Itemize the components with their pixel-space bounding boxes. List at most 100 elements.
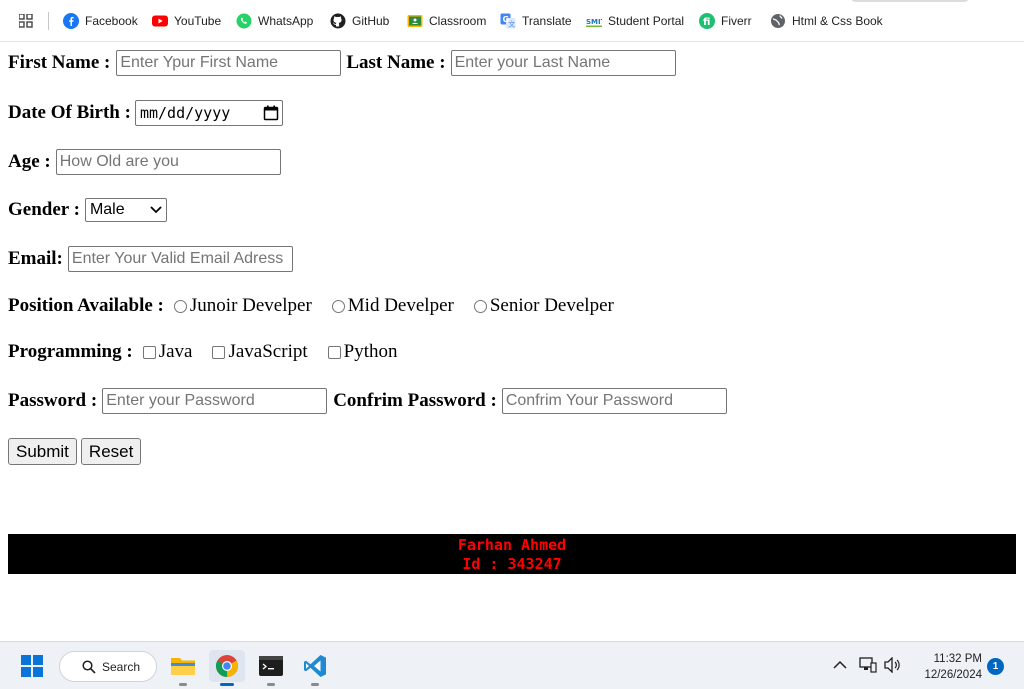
- bookmark-whatsapp[interactable]: WhatsApp: [236, 12, 313, 30]
- chevron-down-icon: [150, 206, 162, 214]
- bookmark-label: Facebook: [85, 14, 138, 28]
- footer-name: Farhan Ahmed: [457, 536, 567, 554]
- taskbar-chrome[interactable]: [209, 650, 245, 686]
- actions-row: Submit Reset: [8, 438, 142, 465]
- checkbox-javascript-label: JavaScript: [228, 341, 308, 362]
- bookmark-youtube[interactable]: YouTube: [152, 12, 221, 30]
- bookmark-label: GitHub: [352, 14, 390, 28]
- chrome-icon: [216, 655, 238, 677]
- reset-button[interactable]: Reset: [80, 438, 142, 465]
- bookmark-label: Student Portal: [608, 14, 685, 28]
- password-label: Password :: [8, 390, 98, 411]
- terminal-icon: [259, 656, 283, 676]
- taskbar-terminal[interactable]: [253, 650, 289, 686]
- bookmark-label: Classroom: [429, 14, 487, 28]
- bookmark-github[interactable]: GitHub: [330, 12, 389, 30]
- whatsapp-icon: [236, 13, 252, 29]
- first-name-input[interactable]: [116, 50, 342, 76]
- github-icon: [330, 13, 346, 29]
- volume-icon[interactable]: [884, 657, 902, 673]
- position-label: Position Available :: [8, 295, 164, 316]
- bookmark-label: Html & Css Book: [792, 14, 883, 28]
- running-indicator: [311, 683, 319, 686]
- globe-icon: [771, 14, 785, 28]
- radio-junior[interactable]: [173, 299, 187, 313]
- email-row: Email:: [8, 246, 293, 272]
- active-indicator: [220, 683, 234, 686]
- checkbox-javascript[interactable]: [212, 345, 226, 359]
- running-indicator: [267, 683, 275, 686]
- taskbar-file-explorer[interactable]: [165, 650, 201, 686]
- bookmark-label: Translate: [522, 14, 572, 28]
- footer-banner: Farhan Ahmed Id : 343247: [8, 534, 1016, 574]
- bookmark-label: YouTube: [174, 14, 222, 28]
- programming-label: Programming :: [8, 341, 133, 362]
- facebook-icon: [63, 13, 79, 29]
- running-indicator: [179, 683, 187, 686]
- bookmark-label: WhatsApp: [258, 14, 314, 28]
- confirm-password-label: Confrim Password :: [333, 390, 497, 411]
- svg-text:fi: fi: [703, 17, 710, 28]
- dob-row: Date Of Birth : mm/dd/yyyy: [8, 100, 283, 126]
- svg-text:文: 文: [508, 20, 515, 29]
- taskbar-search[interactable]: Search: [59, 651, 157, 682]
- radio-mid-label: Mid Develper: [347, 295, 454, 316]
- dob-input[interactable]: mm/dd/yyyy: [134, 100, 283, 126]
- folder-icon: [171, 658, 195, 675]
- checkbox-java[interactable]: [142, 345, 156, 359]
- windows-start-icon[interactable]: [21, 655, 43, 677]
- radio-mid[interactable]: [331, 299, 345, 313]
- checkbox-python-label: Python: [343, 341, 398, 362]
- footer-id: Id : 343247: [462, 555, 562, 573]
- bookmark-student-portal[interactable]: SMIT Student Portal: [586, 12, 684, 30]
- dob-label: Date Of Birth :: [8, 102, 131, 123]
- radio-senior-label: Senior Develper: [489, 295, 614, 316]
- bookmarks-divider: [48, 12, 49, 30]
- age-row: Age :: [8, 149, 281, 175]
- calendar-icon[interactable]: [263, 105, 279, 121]
- email-input[interactable]: [67, 246, 293, 272]
- password-row: Password : Confrim Password :: [8, 388, 727, 414]
- email-label: Email:: [8, 248, 63, 269]
- taskbar: Search 11:32 PM 12/26/2024 1: [0, 641, 1024, 689]
- checkbox-java-label: Java: [158, 341, 193, 362]
- confirm-password-input[interactable]: [501, 388, 727, 414]
- vscode-icon: [304, 655, 326, 677]
- name-row: First Name : Last Name :: [8, 50, 676, 76]
- bookmark-fiverr[interactable]: fi Fiverr: [699, 12, 752, 30]
- bookmark-translate[interactable]: G文 Translate: [500, 12, 572, 30]
- bookmark-classroom[interactable]: Classroom: [407, 12, 486, 30]
- last-name-input[interactable]: [450, 50, 676, 76]
- first-name-label: First Name :: [8, 52, 111, 73]
- age-input[interactable]: [55, 149, 281, 175]
- notification-badge[interactable]: 1: [987, 658, 1004, 675]
- taskbar-clock[interactable]: 11:32 PM 12/26/2024: [910, 651, 982, 683]
- smit-icon: SMIT: [586, 15, 602, 27]
- clock-date: 12/26/2024: [924, 669, 982, 681]
- bookmark-label: Fiverr: [721, 14, 752, 28]
- fiverr-icon: fi: [699, 13, 715, 29]
- chevron-up-icon[interactable]: [833, 660, 847, 670]
- position-row: Position Available : Junoir Develper Mid…: [8, 295, 614, 317]
- gender-label: Gender :: [8, 199, 80, 220]
- radio-junior-label: Junoir Develper: [189, 295, 312, 316]
- password-input[interactable]: [102, 388, 328, 414]
- age-label: Age :: [8, 151, 51, 172]
- gender-select[interactable]: Male: [84, 198, 167, 222]
- gender-row: Gender : Male: [8, 198, 167, 222]
- classroom-icon: [407, 15, 423, 27]
- gender-selected-value: Male: [89, 201, 125, 218]
- network-icon[interactable]: [859, 657, 877, 673]
- last-name-label: Last Name :: [346, 52, 446, 73]
- checkbox-python[interactable]: [327, 345, 341, 359]
- apps-grid-icon[interactable]: [19, 14, 33, 28]
- bookmark-html-css-book[interactable]: Html & Css Book: [770, 12, 883, 30]
- search-icon: [82, 659, 96, 674]
- svg-text:SMIT: SMIT: [586, 18, 602, 26]
- radio-senior[interactable]: [473, 299, 487, 313]
- bookmark-facebook[interactable]: Facebook: [63, 12, 138, 30]
- translate-icon: G文: [500, 13, 516, 29]
- taskbar-vscode[interactable]: [297, 650, 333, 686]
- clock-time: 11:32 PM: [933, 653, 982, 665]
- submit-button[interactable]: Submit: [8, 438, 77, 465]
